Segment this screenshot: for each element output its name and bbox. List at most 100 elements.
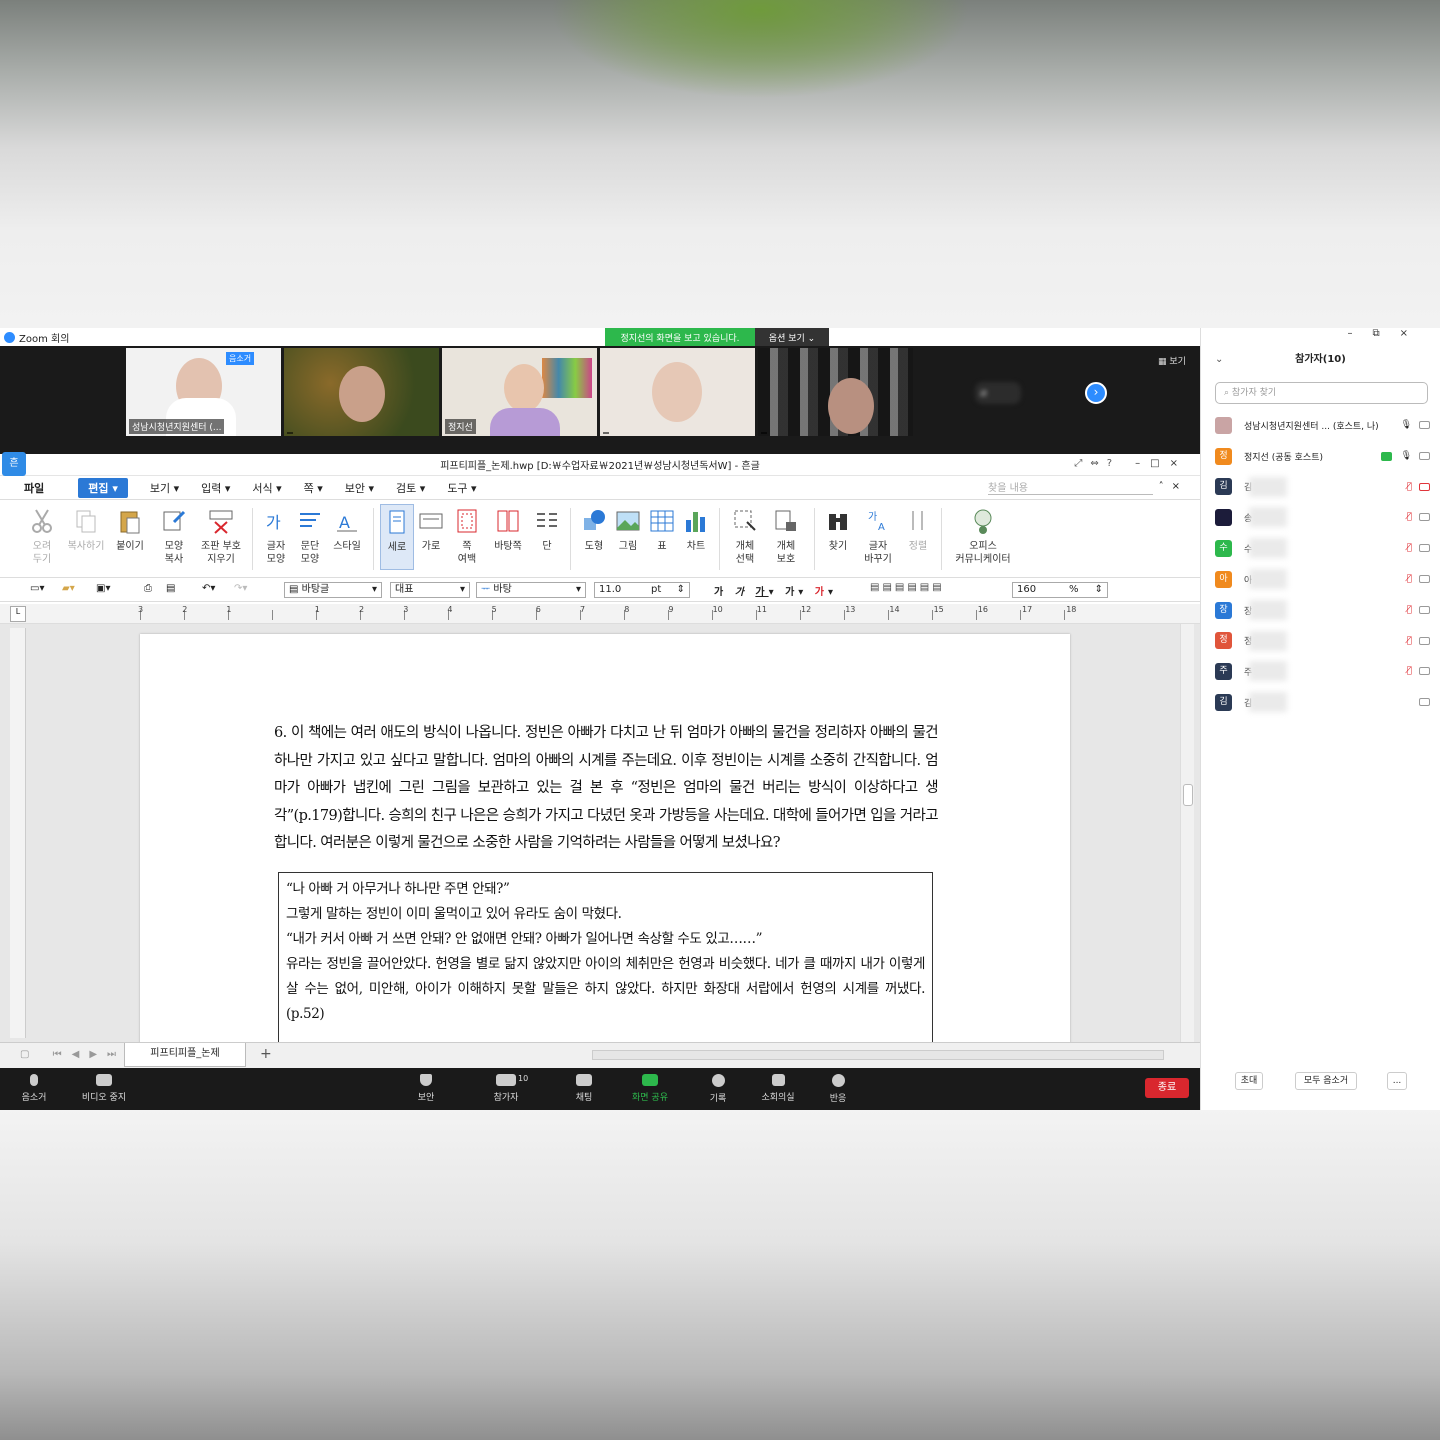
menu-input[interactable]: 입력 ▾ — [201, 480, 230, 496]
microphone-muted-icon[interactable]: 🎙̸ — [1407, 543, 1412, 553]
margin-button[interactable]: 쪽 여백 — [448, 504, 486, 566]
record-button[interactable]: 기록 — [688, 1074, 748, 1104]
video-tile[interactable] — [600, 348, 755, 436]
video-camera-icon[interactable] — [1419, 451, 1430, 460]
open-folder-icon[interactable]: ▰▾ — [62, 583, 75, 594]
more-button[interactable]: ... — [1387, 1072, 1407, 1090]
participant-row[interactable]: 김김🎙̸ — [1201, 472, 1440, 503]
document-workspace[interactable]: 6. 이 책에는 여러 애도의 방식이 나옵니다. 정빈은 아빠가 다치고 난 … — [0, 624, 1200, 1042]
copy-button[interactable]: 복사하기 — [64, 504, 108, 553]
portrait-button[interactable]: 세로 — [380, 504, 414, 570]
horizontal-scrollbar[interactable] — [592, 1050, 1164, 1060]
paste-button[interactable]: 붙이기 — [108, 504, 152, 553]
new-doc-icon[interactable]: ▭▾ — [30, 583, 44, 594]
replace-button[interactable]: 가 A 글자 바꾸기 — [855, 504, 901, 566]
menu-page[interactable]: 쪽 ▾ — [304, 480, 323, 496]
video-tile[interactable]: 정지선 — [442, 348, 597, 436]
font-size-input[interactable]: 11.0 pt ⇕ — [594, 582, 690, 598]
zoom-input[interactable]: 160% ⇕ — [1012, 582, 1108, 598]
invite-button[interactable]: 초대 — [1235, 1072, 1263, 1090]
participant-row[interactable]: 송🎙̸ — [1201, 502, 1440, 533]
char-format-buttons[interactable]: 가 가 가▾ 가▾ 가▾ — [714, 583, 837, 598]
stop-video-button[interactable]: 비디오 중지 — [74, 1074, 134, 1103]
panel-window-controls[interactable]: –⧉× — [1201, 328, 1440, 346]
quote-box[interactable]: “나 아빠 거 아무거나 하나만 주면 안돼?” 그렇게 말하는 정빈이 이미 … — [278, 872, 933, 1042]
video-camera-icon[interactable] — [1419, 544, 1430, 553]
cut-button[interactable]: 오려 두기 — [20, 504, 64, 566]
document-page[interactable]: 6. 이 책에는 여러 애도의 방식이 나옵니다. 정빈은 아빠가 다치고 난 … — [140, 634, 1070, 1042]
mute-all-button[interactable]: 모두 음소거 — [1295, 1072, 1357, 1090]
microphone-muted-icon[interactable]: 🎙̸ — [1407, 512, 1412, 522]
redo-icon[interactable]: ↷▾ — [234, 583, 247, 594]
reactions-button[interactable]: 반응 — [808, 1074, 868, 1104]
office-communicator-button[interactable]: 오피스 커뮤니케이터 — [948, 504, 1018, 566]
select-object-button[interactable]: 개체 선택 — [726, 504, 764, 566]
participant-row[interactable]: 성남시청년지원센터 ... (호스트, 나) 🎙 — [1201, 410, 1440, 441]
chart-button[interactable]: 차트 — [679, 504, 713, 553]
video-camera-icon[interactable] — [1419, 667, 1430, 676]
menu-security[interactable]: 보안 ▾ — [345, 480, 374, 496]
participant-row[interactable]: 김김 — [1201, 687, 1440, 718]
microphone-muted-icon[interactable]: 🎙̸ — [1407, 574, 1412, 584]
end-meeting-button[interactable]: 종료 — [1145, 1078, 1189, 1098]
vertical-scrollbar[interactable] — [1180, 624, 1194, 1042]
preview-icon[interactable]: ▤ — [166, 583, 175, 594]
hwp-window-controls[interactable]: –□× — [1135, 458, 1188, 469]
vertical-ruler[interactable] — [10, 628, 26, 1038]
participant-row[interactable]: 아아🎙̸ — [1201, 564, 1440, 595]
language-select[interactable]: 대표 ▾ — [390, 582, 470, 598]
video-tile-blurred[interactable]: ㄹ — [975, 382, 1021, 404]
video-camera-icon[interactable] — [1419, 636, 1430, 645]
format-copy-button[interactable]: 모양 복사 — [152, 504, 196, 566]
protect-object-button[interactable]: 개체 보호 — [764, 504, 808, 566]
microphone-icon[interactable]: 🎙 — [1401, 420, 1412, 430]
microphone-muted-icon[interactable]: 🎙̸ — [1407, 482, 1412, 492]
find-input[interactable]: 찾을 내용 — [988, 479, 1153, 495]
columns-button[interactable]: 단 — [530, 504, 564, 553]
scrollbar-thumb[interactable] — [1183, 784, 1193, 806]
video-camera-icon[interactable] — [1419, 605, 1430, 614]
add-tab-button[interactable]: + — [260, 1046, 272, 1062]
video-tile[interactable]: 음소거 성남시청년지원센터 (... — [126, 348, 281, 436]
question-paragraph[interactable]: 6. 이 책에는 여러 애도의 방식이 나옵니다. 정빈은 아빠가 다치고 난 … — [274, 720, 939, 858]
horizontal-ruler[interactable]: L 3 2 1 1 2 3 4 5 6 7 8 9 10 11 12 13 14 15 16 17 18 — [0, 604, 1200, 624]
participant-row[interactable]: 정정🎙̸ — [1201, 626, 1440, 657]
sort-button[interactable]: 정렬 — [901, 504, 935, 553]
save-icon[interactable]: ▣▾ — [96, 583, 110, 594]
view-button[interactable]: ▦ 보기 — [1158, 354, 1186, 367]
style-button[interactable]: A 스타일 — [327, 504, 367, 553]
video-tile[interactable] — [758, 348, 913, 436]
participant-row[interactable]: 정 정지선 (공동 호스트) 🎙 — [1201, 441, 1440, 472]
table-button[interactable]: 표 — [645, 504, 679, 553]
video-camera-icon[interactable] — [1419, 698, 1430, 707]
video-camera-icon[interactable] — [1419, 513, 1430, 522]
participant-row[interactable]: 수수🎙̸ — [1201, 533, 1440, 564]
video-off-icon[interactable] — [1419, 482, 1430, 491]
microphone-muted-icon[interactable]: 🎙̸ — [1407, 605, 1412, 615]
shape-button[interactable]: 도형 — [577, 504, 611, 553]
font-select[interactable]: ᅲ 바탕 ▾ — [476, 582, 586, 598]
microphone-muted-icon[interactable]: 🎙̸ — [1407, 666, 1412, 676]
menu-tools[interactable]: 도구 ▾ — [447, 480, 476, 496]
menu-file[interactable]: 파일 — [24, 480, 44, 496]
security-button[interactable]: 보안 — [396, 1074, 456, 1103]
clear-marks-button[interactable]: 조판 부호 지우기 — [196, 504, 246, 566]
picture-button[interactable]: 그림 — [611, 504, 645, 553]
ribbon-controls[interactable]: ˄× — [1159, 481, 1188, 492]
master-page-button[interactable]: 바탕쪽 — [486, 504, 530, 553]
share-screen-button[interactable]: 화면 공유 — [620, 1074, 680, 1103]
view-options-button[interactable]: 옵션 보기 ⌄ — [755, 328, 829, 346]
style-select[interactable]: ▤ 바탕글 ▾ — [284, 582, 382, 598]
participants-button[interactable]: 참가자 10 — [476, 1074, 536, 1103]
hwp-title-tools[interactable]: ⤢⇔? — [1074, 458, 1120, 469]
chat-button[interactable]: 채팅 — [554, 1074, 614, 1103]
find-button[interactable]: 찾기 — [821, 504, 855, 553]
video-tile[interactable] — [284, 348, 439, 436]
tab-nav-buttons[interactable]: ▢ ⏮◀▶⏭ — [20, 1049, 126, 1060]
menu-review[interactable]: 검토 ▾ — [396, 480, 425, 496]
align-buttons[interactable]: ▤▤▤▤▤▤ — [870, 582, 945, 593]
breakout-rooms-button[interactable]: 소회의실 — [748, 1074, 808, 1103]
tab-document[interactable]: 피프티피플_논제 — [124, 1043, 246, 1067]
menu-format[interactable]: 서식 ▾ — [252, 480, 281, 496]
char-shape-button[interactable]: 가 글자 모양 — [259, 504, 293, 566]
